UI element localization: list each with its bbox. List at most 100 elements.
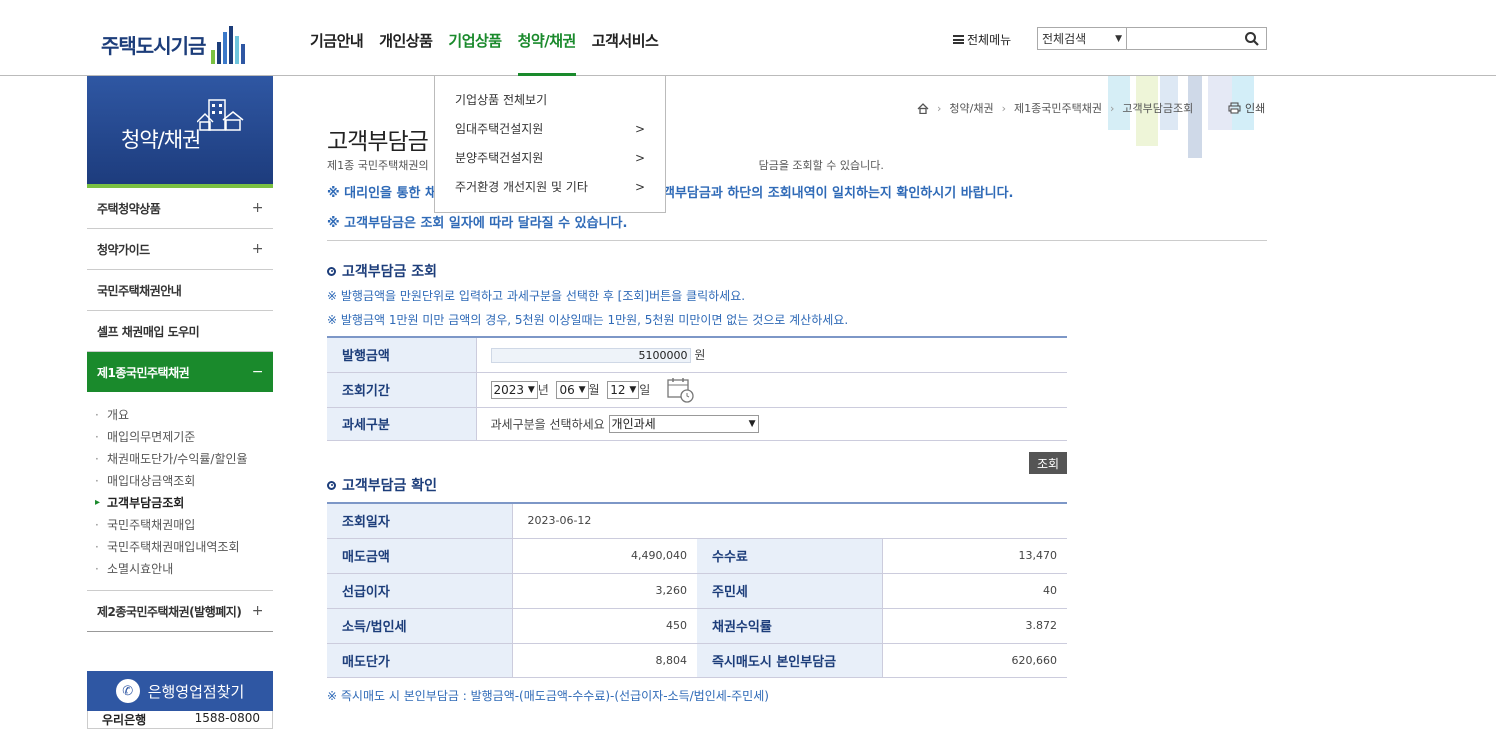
result-value: 450 (511, 607, 697, 644)
query-form-table: 발행금액 5100000 원 조회기간 2023 ▼ 년 06 ▼ 월 12 ▼ 일 … (327, 336, 1067, 441)
result-date-label: 조회일자 (327, 502, 513, 539)
lnb-item-subscription-products[interactable]: 주택청약상품 + (87, 188, 273, 229)
submenu-overview[interactable]: 개요 (87, 404, 273, 426)
menu-customer-service[interactable]: 고객서비스 (592, 30, 659, 76)
lnb-header: 청약/채권 (87, 76, 273, 188)
minus-icon: − (251, 364, 264, 380)
day-select[interactable]: 12 ▼ (607, 380, 640, 399)
day-unit: 일 (639, 382, 651, 397)
result-section-title: 고객부담금 확인 (327, 475, 437, 495)
global-header: 주택도시기금 기금안내 개인상품 기업상품 청약/채권 고객서비스 전체메뉴 전… (0, 0, 1496, 76)
table-row: 선급이자 3,260 주민세 40 (327, 572, 1067, 609)
table-row: 소득/법인세 450 채권수익률 3.872 (327, 607, 1067, 644)
menu-corporate-products[interactable]: 기업상품 (448, 30, 502, 76)
result-label: 소득/법인세 (327, 607, 513, 644)
bullet-icon (327, 480, 336, 490)
year-select[interactable]: 2023 ▼ (490, 380, 538, 399)
result-value: 4,490,040 (511, 537, 697, 574)
result-label: 수수료 (697, 537, 883, 574)
notice-agent-cont: 객부담금과 하단의 조회내역이 일치하는지 확인하시기 바랍니다. (663, 186, 1014, 201)
lnb-item-bond-guide[interactable]: 국민주택채권안내 (87, 270, 273, 311)
submenu-purchase-history[interactable]: 국민주택채권매입내역조회 (87, 536, 273, 558)
print-button[interactable]: 인쇄 (1228, 100, 1265, 116)
submenu-exemption[interactable]: 매입의무면제기준 (87, 426, 273, 448)
calendar-icon[interactable] (666, 376, 696, 404)
dropdown-item-residential-env[interactable]: 주거환경 개선지원 및 기타 > (435, 172, 665, 201)
corporate-products-dropdown: 기업상품 전체보기 임대주택건설지원 > 분양주택건설지원 > 주거환경 개선지원 … (434, 76, 666, 213)
query-button[interactable]: 조회 (1029, 452, 1067, 474)
logo-mark-icon (211, 24, 246, 64)
tax-hint: 과세구분을 선택하세요 (490, 417, 605, 431)
year-unit: 년 (537, 382, 549, 397)
submenu-prescription[interactable]: 소멸시효안내 (87, 558, 273, 580)
tax-select[interactable]: 개인과세 ▼ (608, 414, 759, 433)
dropdown-item-sale-housing[interactable]: 분양주택건설지원 > (435, 143, 665, 172)
result-date-value: 2023-06-12 (511, 502, 1067, 539)
lnb-item-subscription-guide[interactable]: 청약가이드 + (87, 229, 273, 270)
chevron-right-icon: › (1109, 101, 1115, 115)
divider (327, 240, 1267, 241)
table-row: 매도금액 4,490,040 수수료 13,470 (327, 537, 1067, 574)
lnb-submenu: 개요 매입의무면제기준 채권매도단가/수익률/할인율 매입대상금액조회 고객부담… (87, 392, 273, 591)
tax-label: 과세구분 (327, 407, 477, 441)
search-icon[interactable] (1244, 31, 1260, 47)
chevron-right-icon: > (634, 150, 645, 165)
submenu-bond-purchase[interactable]: 국민주택채권매입 (87, 514, 273, 536)
menu-fund-info[interactable]: 기금안내 (310, 30, 364, 76)
all-menu-label: 전체메뉴 (967, 33, 1012, 47)
period-label: 조회기간 (327, 372, 477, 408)
submenu-bond-price[interactable]: 채권매도단가/수익률/할인율 (87, 448, 273, 470)
result-value: 8,804 (511, 642, 697, 678)
query-instruction-2: ※ 발행금액 1만원 미만 금액의 경우, 5천원 이상일때는 1만원, 5천원… (327, 313, 849, 327)
page-title: 고객부담금 (327, 129, 429, 155)
submenu-purchase-amount[interactable]: 매입대상금액조회 (87, 470, 273, 492)
home-icon[interactable] (917, 102, 929, 114)
bank-name: 우리은행 (102, 713, 147, 727)
table-row: 매도단가 8,804 즉시매도시 본인부담금 620,660 (327, 642, 1067, 678)
buildings-icon (197, 99, 244, 131)
print-label: 인쇄 (1245, 102, 1266, 115)
result-label: 즉시매도시 본인부담금 (697, 642, 883, 678)
dropdown-item-corporate-all[interactable]: 기업상품 전체보기 (435, 85, 665, 114)
chevron-right-icon: > (634, 179, 645, 194)
notice-date-dependent: ※ 고객부담금은 조회 일자에 따라 달라질 수 있습니다. (327, 216, 628, 231)
submenu-customer-burden[interactable]: 고객부담금조회 (87, 492, 273, 514)
bank-row: 우리은행 1588-0800 (87, 711, 273, 729)
bank-finder-label: 은행영업점찾기 (147, 682, 245, 701)
search-scope-select[interactable]: 전체검색 ▼ (1037, 27, 1127, 50)
month-unit: 월 (588, 382, 600, 397)
result-label: 매도단가 (327, 642, 513, 678)
lnb-title: 청약/채권 (121, 128, 201, 152)
plus-icon: + (251, 200, 264, 216)
result-label: 선급이자 (327, 572, 513, 609)
result-label: 매도금액 (327, 537, 513, 574)
lnb-item-type1-bond[interactable]: 제1종국민주택채권 − (87, 352, 273, 392)
breadcrumb-current: 고객부담금조회 (1122, 102, 1194, 115)
formula-note: ※ 즉시매도 시 본인부담금 : 발행금액-(매도금액-수수료)-(선급이자-소… (327, 689, 769, 703)
chevron-down-icon: ▼ (1115, 33, 1122, 44)
result-value: 3.872 (881, 607, 1067, 644)
query-section-title: 고객부담금 조회 (327, 261, 437, 281)
main-menu: 기금안내 개인상품 기업상품 청약/채권 고객서비스 (310, 30, 659, 76)
bullet-icon (327, 266, 336, 276)
notice-agent: ※ 대리인을 통한 채 (327, 186, 437, 201)
result-value: 40 (881, 572, 1067, 609)
left-navigation: 주택청약상품 + 청약가이드 + 국민주택채권안내 셀프 채권매입 도우미 제1종국… (87, 188, 273, 632)
breadcrumb-item[interactable]: 청약/채권 (949, 100, 993, 116)
site-logo[interactable]: 주택도시기금 (101, 24, 246, 64)
menu-personal-products[interactable]: 개인상품 (379, 30, 433, 76)
menu-subscription-bonds[interactable]: 청약/채권 (517, 30, 576, 76)
printer-icon (1228, 102, 1241, 114)
all-menu-button[interactable]: 전체메뉴 (953, 31, 1011, 48)
result-table: 조회일자 2023-06-12 매도금액 4,490,040 수수료 13,47… (327, 502, 1067, 678)
amount-input[interactable]: 5100000 (490, 348, 691, 364)
breadcrumb-item[interactable]: 제1종국민주택채권 (1014, 100, 1102, 116)
amount-unit: 원 (694, 348, 706, 363)
phone-icon: ✆ (115, 679, 140, 703)
lnb-item-self-bond-helper[interactable]: 셀프 채권매입 도우미 (87, 311, 273, 352)
dropdown-item-rental-housing[interactable]: 임대주택건설지원 > (435, 114, 665, 143)
month-select[interactable]: 06 ▼ (556, 380, 589, 399)
bank-branch-finder[interactable]: ✆ 은행영업점찾기 (87, 671, 273, 711)
chevron-right-icon: › (1001, 101, 1006, 115)
lnb-item-type2-bond[interactable]: 제2종국민주택채권(발행폐지) + (87, 591, 273, 632)
